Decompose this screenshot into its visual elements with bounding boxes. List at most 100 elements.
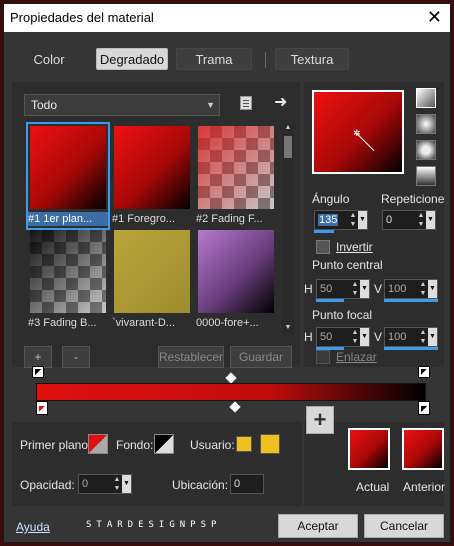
chevron-down-icon[interactable]: ▼: [426, 211, 435, 229]
link-checkbox[interactable]: [316, 350, 330, 364]
stop-properties-panel: Primer plano: Fondo: Usuario: Opacidad: …: [12, 422, 302, 506]
current-swatch: [348, 428, 390, 470]
location-field[interactable]: 0: [230, 474, 264, 494]
gradient-caption: 0000-fore+...: [196, 317, 259, 329]
gradient-caption: #1 Foregro...: [112, 213, 175, 225]
document-icon[interactable]: [240, 96, 252, 110]
invert-checkbox[interactable]: [316, 240, 330, 254]
chevron-down-icon[interactable]: ▼: [360, 280, 369, 298]
remove-gradient-button[interactable]: -: [62, 346, 90, 368]
center-h-stepper[interactable]: 50 ▲ ▼ ▼: [316, 279, 370, 299]
linear-gradient-icon[interactable]: [416, 88, 436, 108]
color-midpoint[interactable]: [229, 401, 241, 413]
focal-v-slider-bar: [384, 347, 438, 350]
tab-bar: Color Degradado Trama Textura: [12, 44, 444, 74]
add-gradient-button[interactable]: +: [24, 346, 52, 368]
arrow-right-icon[interactable]: ➜: [274, 92, 287, 112]
gradient-preview: [30, 230, 106, 313]
tab-pattern[interactable]: Trama: [176, 48, 252, 70]
tab-gradient[interactable]: Degradado: [96, 48, 168, 70]
scroll-down-icon[interactable]: ▼: [282, 324, 294, 334]
add-stop-button[interactable]: +: [306, 406, 334, 434]
sunburst-gradient-icon[interactable]: [416, 166, 436, 186]
stepper-arrows-icon[interactable]: ▲ ▼: [350, 328, 360, 346]
repeat-stepper[interactable]: 0 ▲ ▼ ▼: [382, 210, 436, 230]
link-label: Enlazar: [336, 350, 377, 364]
radial-gradient-icon[interactable]: [416, 140, 436, 160]
center-h-label: H: [304, 282, 313, 296]
watermark-text: STARDESIGNPSP: [86, 520, 222, 530]
gradient-thumb[interactable]: #3 Fading B...: [28, 228, 108, 332]
stepper-arrows-icon[interactable]: ▲ ▼: [348, 211, 358, 229]
user-color-swatch[interactable]: [236, 436, 252, 452]
chevron-down-icon[interactable]: ▼: [360, 328, 369, 346]
gradient-caption: #2 Fading F...: [196, 213, 263, 225]
focal-v-value: 100: [388, 331, 407, 343]
angle-stepper[interactable]: 135 ▲ ▼ ▼: [314, 210, 368, 230]
category-dropdown[interactable]: Todo ▼: [24, 94, 220, 116]
location-value: 0: [234, 478, 241, 490]
center-v-slider-bar: [384, 299, 438, 302]
gradient-preview-large[interactable]: ✲: [312, 90, 404, 174]
gradient-preview: [198, 126, 274, 209]
gradient-caption: `vivarant-D...: [112, 317, 175, 329]
stepper-arrows-icon[interactable]: ▲ ▼: [350, 280, 360, 298]
focal-v-stepper[interactable]: 100 ▲ ▼ ▼: [384, 327, 438, 347]
color-stop-end[interactable]: [418, 401, 430, 415]
center-v-stepper[interactable]: 100 ▲ ▼ ▼: [384, 279, 438, 299]
tab-color[interactable]: Color: [14, 48, 84, 70]
settings-panel: ✲ Ángulo Repeticione 135 ▲ ▼ ▼ 0 ▲ ▼ ▼ Inv…: [304, 82, 444, 367]
gradient-thumb[interactable]: 0000-fore+...: [196, 228, 276, 332]
foreground-label: Primer plano:: [20, 438, 92, 452]
opacity-stepper[interactable]: 0 ▲ ▼ ▼: [78, 474, 132, 494]
stepper-arrows-icon[interactable]: ▲ ▼: [112, 475, 122, 493]
cancel-button[interactable]: Cancelar: [364, 514, 444, 538]
color-stop-start[interactable]: [36, 401, 48, 415]
stepper-arrows-icon[interactable]: ▲ ▼: [416, 211, 426, 229]
foreground-swatch[interactable]: [88, 434, 108, 454]
gradient-caption: #3 Fading B...: [28, 317, 97, 329]
focal-h-stepper[interactable]: 50 ▲ ▼ ▼: [316, 327, 370, 347]
repeat-value: 0: [386, 214, 393, 226]
gradient-thumb[interactable]: #1 Foregro...: [112, 124, 192, 228]
gradient-bar[interactable]: [36, 383, 426, 401]
scrollbar-thumb[interactable]: [284, 136, 292, 158]
rectangular-gradient-icon[interactable]: [416, 114, 436, 134]
reset-button[interactable]: Restablecer: [158, 346, 224, 368]
opacity-stop-end[interactable]: [418, 366, 430, 378]
gradient-thumb[interactable]: `vivarant-D...: [112, 228, 192, 332]
help-link[interactable]: Ayuda: [16, 520, 50, 534]
gradient-preview: [114, 126, 190, 209]
gallery-scrollbar[interactable]: ▲ ▼: [282, 124, 294, 334]
chevron-down-icon[interactable]: ▼: [358, 211, 367, 229]
gallery-panel: Todo ▼ ➜ #1 1er plan... #1 Foregro... #2…: [12, 82, 300, 368]
chevron-down-icon[interactable]: ▼: [428, 328, 437, 346]
ok-button[interactable]: Aceptar: [278, 514, 358, 538]
focal-h-value: 50: [320, 331, 333, 343]
focal-point-label: Punto focal: [312, 308, 373, 322]
angle-handle-icon[interactable]: ✲: [353, 128, 361, 139]
opacity-stop-start[interactable]: [32, 366, 44, 378]
gradient-preview: [198, 230, 274, 313]
title-bar: Propiedades del material ✕: [4, 4, 450, 32]
center-point-label: Punto central: [312, 258, 383, 272]
stepper-arrows-icon[interactable]: ▲ ▼: [418, 280, 428, 298]
repeat-label: Repeticione: [381, 192, 445, 206]
stepper-arrows-icon[interactable]: ▲ ▼: [418, 328, 428, 346]
background-swatch[interactable]: [154, 434, 174, 454]
scroll-up-icon[interactable]: ▲: [282, 124, 294, 134]
angle-slider-bar: [314, 230, 334, 233]
gradient-thumb[interactable]: #2 Fading F...: [196, 124, 276, 228]
user-color-large-swatch[interactable]: [260, 434, 280, 454]
gradient-thumb[interactable]: #1 1er plan...: [26, 122, 110, 230]
previous-swatch[interactable]: [402, 428, 444, 470]
background-label: Fondo:: [116, 438, 154, 452]
chevron-down-icon[interactable]: ▼: [428, 280, 437, 298]
angle-value: 135: [318, 214, 339, 226]
chevron-down-icon: ▼: [206, 100, 215, 110]
opacity-midpoint[interactable]: [225, 372, 237, 384]
save-gradient-button[interactable]: Guardar: [230, 346, 292, 368]
chevron-down-icon[interactable]: ▼: [122, 475, 131, 493]
close-icon[interactable]: ✕: [427, 7, 442, 28]
tab-texture[interactable]: Textura: [275, 48, 349, 70]
